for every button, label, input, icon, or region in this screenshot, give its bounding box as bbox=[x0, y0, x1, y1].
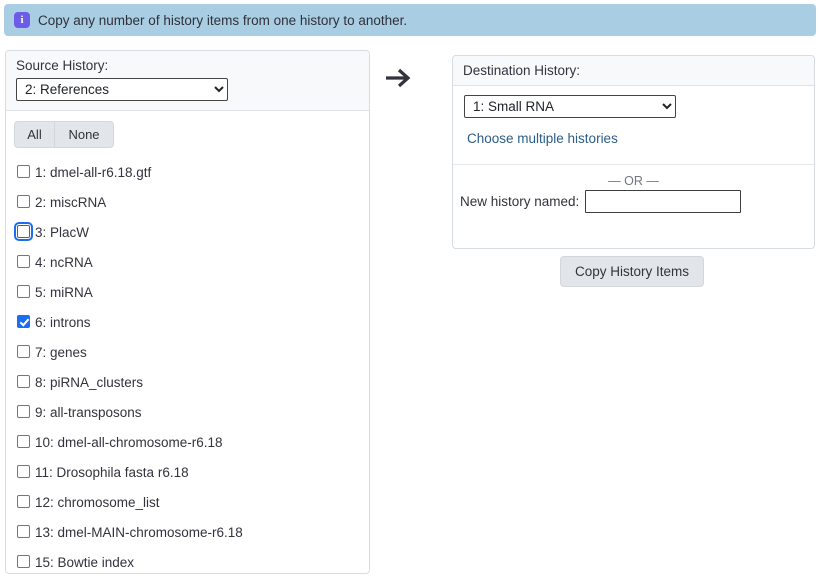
new-history-label: New history named: bbox=[460, 194, 580, 209]
copy-history-items-button[interactable]: Copy History Items bbox=[560, 256, 705, 287]
list-item[interactable]: 11: Drosophila fasta r6.18 bbox=[6, 457, 369, 487]
list-item[interactable]: 10: dmel-all-chromosome-r6.18 bbox=[6, 427, 369, 457]
destination-history-select[interactable]: 1: Small RNA bbox=[464, 95, 676, 118]
list-item-label: 5: miRNA bbox=[35, 284, 93, 300]
checkbox-icon[interactable] bbox=[17, 494, 30, 508]
checkbox-icon[interactable] bbox=[17, 404, 30, 418]
destination-history-panel: Destination History: 1: Small RNA Choose… bbox=[452, 55, 815, 249]
info-banner: i Copy any number of history items from … bbox=[4, 4, 816, 36]
list-item[interactable]: 6: introns bbox=[6, 307, 369, 337]
list-item[interactable]: 15: Bowtie index bbox=[6, 547, 369, 573]
checkbox-icon[interactable] bbox=[17, 284, 30, 298]
checkbox-icon[interactable] bbox=[17, 464, 30, 478]
checkbox-icon[interactable] bbox=[17, 254, 30, 268]
checkbox-icon[interactable] bbox=[17, 524, 30, 538]
list-item[interactable]: 2: miscRNA bbox=[6, 187, 369, 217]
list-item[interactable]: 1: dmel-all-r6.18.gtf bbox=[6, 157, 369, 187]
list-item[interactable]: 9: all-transposons bbox=[6, 397, 369, 427]
list-item[interactable]: 5: miRNA bbox=[6, 277, 369, 307]
new-history-row: New history named: bbox=[453, 190, 814, 213]
new-history-input[interactable] bbox=[585, 190, 742, 213]
list-item-label: 3: PlacW bbox=[35, 224, 90, 240]
list-item-label: 2: miscRNA bbox=[35, 194, 107, 210]
checkbox-icon[interactable] bbox=[17, 374, 30, 388]
source-history-panel: Source History: 2: References All None 1… bbox=[5, 50, 370, 574]
list-item-label: 13: dmel-MAIN-chromosome-r6.18 bbox=[35, 524, 243, 540]
checkbox-icon[interactable] bbox=[17, 344, 30, 358]
list-item-label: 6: introns bbox=[35, 314, 91, 330]
source-history-header: Source History: 2: References bbox=[6, 51, 369, 111]
destination-history-label: Destination History: bbox=[453, 56, 814, 86]
source-history-select[interactable]: 2: References bbox=[16, 78, 228, 101]
source-history-item-list: 1: dmel-all-r6.18.gtf 2: miscRNA 3: Plac… bbox=[6, 148, 369, 573]
select-toggle-group: All None bbox=[14, 121, 114, 148]
info-banner-text: Copy any number of history items from on… bbox=[38, 12, 408, 28]
list-item[interactable]: 4: ncRNA bbox=[6, 247, 369, 277]
checkbox-icon[interactable] bbox=[17, 314, 30, 328]
destination-history-body: 1: Small RNA Choose multiple histories bbox=[453, 86, 814, 148]
list-item-label: 11: Drosophila fasta r6.18 bbox=[35, 464, 189, 480]
or-separator-text: — OR — bbox=[608, 174, 659, 188]
list-item[interactable]: 3: PlacW bbox=[6, 217, 369, 247]
list-item[interactable]: 7: genes bbox=[6, 337, 369, 367]
list-item-label: 8: piRNA_clusters bbox=[35, 374, 144, 390]
list-item-label: 7: genes bbox=[35, 344, 87, 360]
checkbox-icon[interactable] bbox=[17, 164, 30, 178]
list-item-label: 9: all-transposons bbox=[35, 404, 142, 420]
list-item-label: 1: dmel-all-r6.18.gtf bbox=[35, 164, 152, 180]
info-icon: i bbox=[14, 12, 30, 28]
checkbox-icon[interactable] bbox=[17, 194, 30, 208]
list-item-label: 10: dmel-all-chromosome-r6.18 bbox=[35, 434, 223, 450]
select-none-button[interactable]: None bbox=[54, 121, 114, 148]
arrow-right-icon bbox=[382, 62, 414, 94]
source-history-label: Source History: bbox=[16, 58, 109, 73]
list-item[interactable]: 8: piRNA_clusters bbox=[6, 367, 369, 397]
list-item[interactable]: 12: chromosome_list bbox=[6, 487, 369, 517]
checkbox-icon[interactable] bbox=[17, 434, 30, 448]
list-item[interactable]: 13: dmel-MAIN-chromosome-r6.18 bbox=[6, 517, 369, 547]
list-item-label: 15: Bowtie index bbox=[35, 554, 135, 570]
list-item-label: 4: ncRNA bbox=[35, 254, 93, 270]
checkbox-icon[interactable] bbox=[14, 221, 33, 241]
choose-multiple-histories-link[interactable]: Choose multiple histories bbox=[467, 131, 618, 146]
select-all-button[interactable]: All bbox=[14, 121, 54, 148]
list-item-label: 12: chromosome_list bbox=[35, 494, 160, 510]
checkbox-icon[interactable] bbox=[17, 554, 30, 568]
